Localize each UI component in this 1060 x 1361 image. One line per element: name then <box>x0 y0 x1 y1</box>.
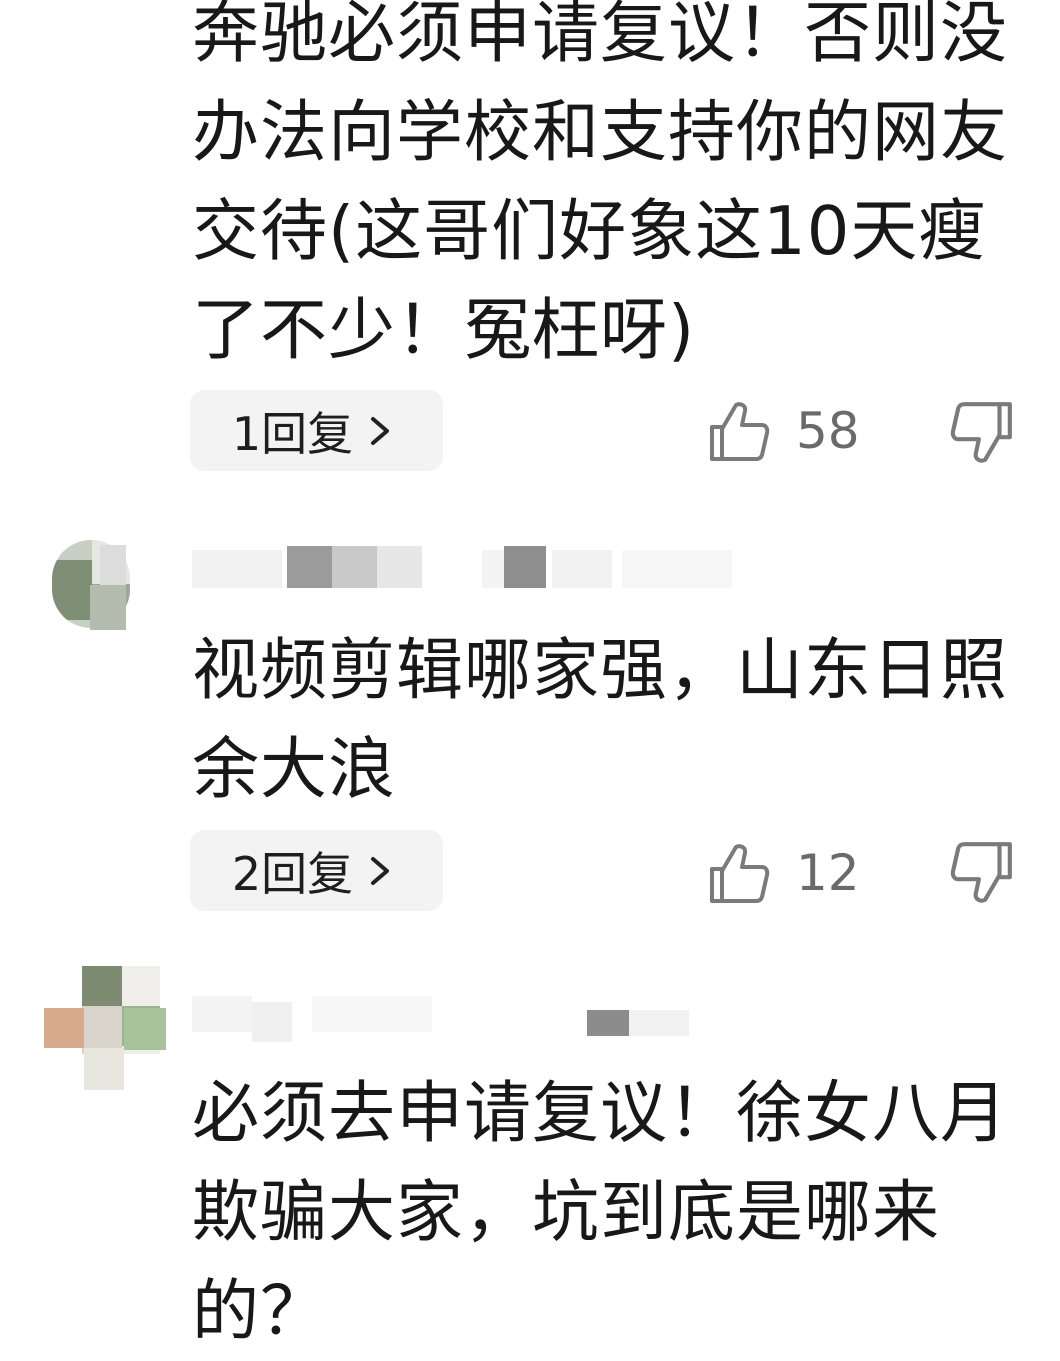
avatar <box>100 545 126 585</box>
thumbs-up-icon <box>710 402 770 461</box>
comment-text: 奔驰必须申请复议！否则没办法向学校和支持你的网友交待(这哥们好象这10天瘦了不少… <box>192 0 1008 369</box>
reply-count-label: 2回复 <box>231 846 354 901</box>
chevron-right-icon <box>371 416 390 445</box>
like-count: 58 <box>796 402 860 460</box>
like-button[interactable]: 12 <box>706 838 860 908</box>
like-count: 12 <box>796 844 860 902</box>
comment-text: 视频剪辑哪家强，山东日照余大浪 <box>192 631 1008 808</box>
avatar <box>90 585 126 630</box>
username[interactable] <box>192 540 752 590</box>
avatar <box>124 1008 166 1050</box>
reply-count-label: 1回复 <box>231 406 354 461</box>
thumbs-up-icon <box>710 844 770 903</box>
comment-text: 必须去申请复议！徐女八月欺骗大家，坑到底是哪来的？ <box>192 1074 1008 1350</box>
chevron-right-icon <box>371 856 390 885</box>
reply-count-button[interactable]: 1回复 <box>190 390 443 471</box>
thumbs-down-icon[interactable] <box>950 400 1016 466</box>
like-button[interactable]: 58 <box>706 396 860 466</box>
thumbs-down-icon[interactable] <box>950 840 1016 906</box>
reply-count-button[interactable]: 2回复 <box>190 830 443 911</box>
avatar <box>84 1048 124 1090</box>
username[interactable] <box>192 990 712 1042</box>
avatar <box>44 1008 84 1048</box>
